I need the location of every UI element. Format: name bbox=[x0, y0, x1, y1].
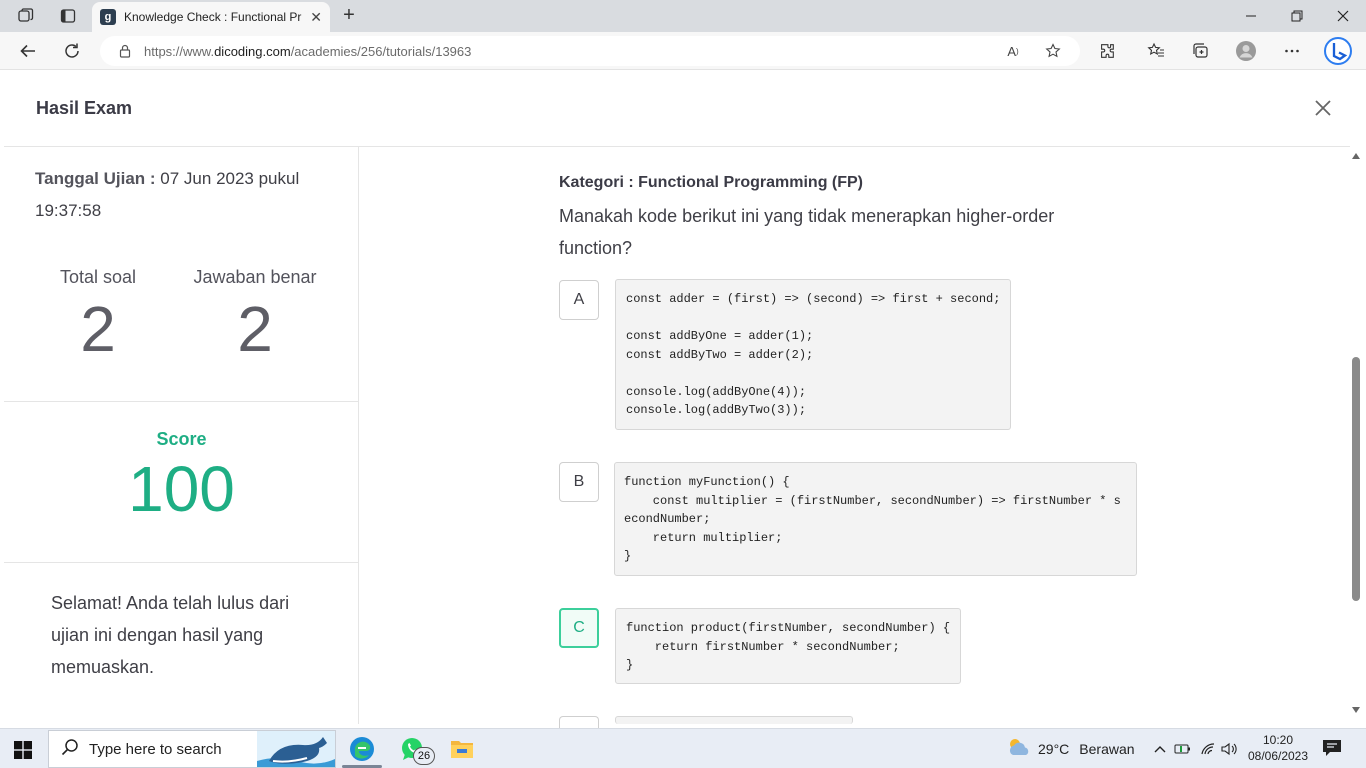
correct-answers-stat: Jawaban benar 2 bbox=[175, 267, 335, 366]
correct-answers-label: Jawaban benar bbox=[193, 267, 317, 287]
new-tab-icon[interactable]: + bbox=[338, 4, 360, 26]
search-highlight-whale-icon bbox=[257, 731, 335, 767]
minimize-icon[interactable] bbox=[1236, 4, 1266, 28]
browser-toolbar: https://www.dicoding.com/academies/256/t… bbox=[0, 32, 1366, 70]
profile-avatar-icon[interactable] bbox=[1234, 39, 1258, 63]
question-text: Manakah kode berikut ini yang tidak mene… bbox=[559, 206, 1055, 258]
exam-date: Tanggal Ujian : 07 Jun 2023 pukul 19:37:… bbox=[35, 169, 300, 220]
option-b-button[interactable]: B bbox=[559, 462, 599, 502]
search-icon bbox=[61, 738, 79, 761]
option-a-code: const adder = (first) => (second) => fir… bbox=[615, 279, 1011, 430]
result-message: Selamat! Anda telah lulus dari ujian ini… bbox=[51, 593, 290, 677]
bing-copilot-icon[interactable] bbox=[1322, 35, 1354, 67]
scroll-down-arrow-icon[interactable] bbox=[1351, 705, 1361, 715]
show-hidden-icons-chevron-up-icon[interactable] bbox=[1150, 739, 1170, 759]
modal-title: Hasil Exam bbox=[36, 98, 133, 118]
notifications-icon[interactable] bbox=[1322, 739, 1344, 759]
scrollbar-thumb[interactable] bbox=[1352, 357, 1360, 601]
windows-start-icon[interactable] bbox=[14, 741, 32, 759]
divider bbox=[4, 562, 359, 563]
exam-summary-panel: Tanggal Ujian : 07 Jun 2023 pukul 19:37:… bbox=[4, 147, 359, 724]
tab-title: Knowledge Check : Functional Pr bbox=[124, 10, 302, 24]
battery-icon[interactable] bbox=[1173, 739, 1193, 759]
tab-actions-icon[interactable] bbox=[57, 5, 79, 27]
total-questions-stat: Total soal 2 bbox=[18, 267, 178, 366]
favorite-star-icon[interactable] bbox=[1042, 40, 1064, 62]
modal-close-icon[interactable] bbox=[1312, 97, 1334, 119]
temperature: 29°C bbox=[1038, 740, 1070, 757]
favorites-icon[interactable] bbox=[1144, 39, 1168, 63]
browser-tab-bar: g Knowledge Check : Functional Pr ✕ + bbox=[0, 0, 1366, 32]
more-options-icon[interactable] bbox=[1280, 39, 1304, 63]
score-block: Score 100 bbox=[4, 429, 359, 526]
window-close-icon[interactable] bbox=[1328, 4, 1358, 28]
wifi-icon[interactable] bbox=[1198, 739, 1218, 759]
weather-widget[interactable]: 29°C Berawan bbox=[1006, 737, 1135, 760]
question-category: Kategori : Functional Programming (FP) bbox=[559, 174, 864, 191]
option-c-button-correct[interactable]: C bbox=[559, 608, 599, 648]
dicoding-favicon-icon: g bbox=[100, 9, 116, 25]
total-questions-label: Total soal bbox=[59, 267, 137, 287]
total-questions-value: 2 bbox=[80, 293, 116, 365]
option-c-code: function product(firstNumber, secondNumb… bbox=[615, 608, 961, 684]
divider bbox=[4, 401, 359, 402]
score-value: 100 bbox=[128, 453, 235, 525]
cloudy-weather-icon bbox=[1006, 737, 1032, 760]
restore-icon[interactable] bbox=[1282, 4, 1312, 28]
search-placeholder: Type here to search bbox=[89, 740, 222, 758]
scroll-up-arrow-icon[interactable] bbox=[1351, 151, 1361, 161]
page-scrollbar[interactable] bbox=[1350, 147, 1362, 724]
system-clock[interactable]: 10:20 08/06/2023 bbox=[1238, 732, 1318, 764]
back-arrow-icon[interactable] bbox=[16, 39, 40, 63]
windows-taskbar: Type here to search 26 29°C Berawan 10:2… bbox=[0, 728, 1366, 768]
option-a-button[interactable]: A bbox=[559, 280, 599, 320]
correct-answers-value: 2 bbox=[237, 293, 273, 365]
file-explorer-icon[interactable] bbox=[448, 735, 476, 763]
clock-date: 08/06/2023 bbox=[1247, 749, 1309, 763]
score-label: Score bbox=[156, 429, 207, 449]
clock-time: 10:20 bbox=[1262, 733, 1294, 747]
read-aloud-icon[interactable]: A) bbox=[1002, 40, 1024, 62]
taskbar-search[interactable]: Type here to search bbox=[48, 730, 336, 768]
address-bar[interactable]: https://www.dicoding.com/academies/256/t… bbox=[100, 36, 1080, 66]
extensions-icon[interactable] bbox=[1095, 39, 1119, 63]
url-text: https://www.dicoding.com/academies/256/t… bbox=[144, 43, 472, 59]
option-b-code: function myFunction() { const multiplier… bbox=[614, 462, 1137, 576]
close-tab-icon[interactable]: ✕ bbox=[310, 9, 322, 26]
edge-browser-icon[interactable] bbox=[348, 735, 376, 763]
option-d-code bbox=[615, 716, 853, 724]
whatsapp-unread-badge: 26 bbox=[413, 747, 435, 765]
modal-header: Hasil Exam bbox=[4, 71, 1350, 147]
workspaces-icon[interactable] bbox=[15, 5, 37, 27]
weather-condition: Berawan bbox=[1079, 740, 1135, 757]
page-content: Hasil Exam Tanggal Ujian : 07 Jun 2023 p… bbox=[0, 71, 1366, 736]
active-tab[interactable]: g Knowledge Check : Functional Pr ✕ bbox=[92, 2, 330, 32]
refresh-icon[interactable] bbox=[60, 39, 84, 63]
question-panel: Kategori : Functional Programming (FP) M… bbox=[360, 147, 1350, 736]
collections-icon[interactable] bbox=[1188, 39, 1212, 63]
lock-icon[interactable] bbox=[118, 44, 132, 58]
volume-icon[interactable] bbox=[1220, 739, 1240, 759]
